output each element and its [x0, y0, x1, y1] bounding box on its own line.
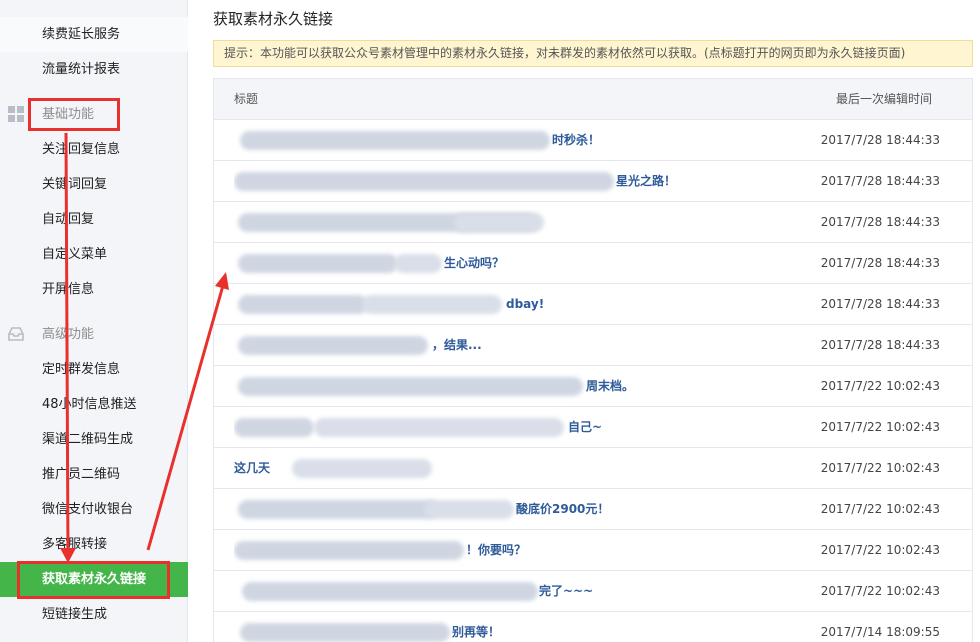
row-time: 2017/7/28 18:44:33 — [820, 297, 940, 311]
row-title-link[interactable]: 自己~ — [234, 407, 794, 447]
table-row: 自己~ 2017/7/22 10:02:43 — [214, 407, 972, 448]
sidebar: 续费延长服务 流量统计报表 基础功能 关注回复信息 关键词回复 自动回复 自定义… — [0, 0, 188, 642]
table-row: 酸底价2900元！ 2017/7/22 10:02:43 — [214, 489, 972, 530]
row-title-link[interactable]: 完了~~~ — [234, 571, 794, 611]
sidebar-item-promoter-qrcode[interactable]: 推广员二维码 — [0, 457, 188, 492]
row-title-link[interactable]: ！你要吗？ — [234, 530, 794, 570]
table-row: 这几天 2017/7/22 10:02:43 — [214, 448, 972, 489]
sidebar-item-wxpay-cashier[interactable]: 微信支付收银台 — [0, 492, 188, 527]
row-title-link[interactable]: 时秒杀！ — [234, 120, 794, 160]
table-row: 别再等！ 2017/7/14 18:09:55 — [214, 612, 972, 642]
sidebar-item-customer-service[interactable]: 多客服转接 — [0, 527, 188, 562]
page-title: 获取素材永久链接 — [213, 10, 334, 28]
row-time: 2017/7/28 18:44:33 — [820, 174, 940, 188]
main-content: 获取素材永久链接 提示：本功能可以获取公众号素材管理中的素材永久链接，对未群发的… — [188, 0, 980, 642]
group-advanced-header: 高级功能 — [0, 317, 188, 352]
sidebar-item-renewal[interactable]: 续费延长服务 — [0, 17, 188, 52]
row-title-link[interactable]: ，结果... — [234, 325, 794, 365]
column-title-header: 标题 — [234, 92, 259, 106]
column-time-header: 最后一次编辑时间 — [835, 92, 932, 106]
group-basic-label: 基础功能 — [42, 107, 95, 122]
table-row: 时秒杀！ 2017/7/28 18:44:33 — [214, 120, 972, 161]
row-title-link[interactable]: dbay! — [234, 284, 794, 324]
table-header: 标题 最后一次编辑时间 — [214, 79, 972, 120]
row-title-link[interactable] — [234, 202, 794, 242]
table-row: 星光之路！ 2017/7/28 18:44:33 — [214, 161, 972, 202]
sidebar-item-follow-reply[interactable]: 关注回复信息 — [0, 132, 188, 167]
sidebar-item-channel-qrcode[interactable]: 渠道二维码生成 — [0, 422, 188, 457]
inbox-icon — [8, 327, 24, 341]
row-time: 2017/7/22 10:02:43 — [820, 584, 940, 598]
row-title-link[interactable]: 星光之路！ — [234, 161, 794, 201]
row-title-link[interactable]: 酸底价2900元！ — [234, 489, 794, 529]
row-time: 2017/7/28 18:44:33 — [820, 338, 940, 352]
row-title-link[interactable]: 生心动吗？ — [234, 243, 794, 283]
table-row: 完了~~~ 2017/7/22 10:02:43 — [214, 571, 972, 612]
table-row: ，结果... 2017/7/28 18:44:33 — [214, 325, 972, 366]
sidebar-item-custom-menu[interactable]: 自定义菜单 — [0, 237, 188, 272]
notice-banner: 提示：本功能可以获取公众号素材管理中的素材永久链接，对未群发的素材依然可以获取。… — [213, 40, 973, 67]
sidebar-item-auto-reply[interactable]: 自动回复 — [0, 202, 188, 237]
table-row: 2017/7/28 18:44:33 — [214, 202, 972, 243]
row-time: 2017/7/22 10:02:43 — [820, 543, 940, 557]
row-time: 2017/7/14 18:09:55 — [820, 625, 940, 639]
materials-table: 标题 最后一次编辑时间 时秒杀！ 2017/7/28 18:44:33 星光之路… — [213, 78, 973, 642]
row-time: 2017/7/22 10:02:43 — [820, 502, 940, 516]
table-row: dbay! 2017/7/28 18:44:33 — [214, 284, 972, 325]
sidebar-item-short-link[interactable]: 短链接生成 — [0, 597, 188, 632]
row-time: 2017/7/22 10:02:43 — [820, 461, 940, 475]
sidebar-item-permanent-link[interactable]: 获取素材永久链接 — [0, 562, 188, 597]
sidebar-item-scheduled-send[interactable]: 定时群发信息 — [0, 352, 188, 387]
row-time: 2017/7/28 18:44:33 — [820, 215, 940, 229]
row-time: 2017/7/28 18:44:33 — [820, 256, 940, 270]
row-title-link[interactable]: 别再等！ — [234, 612, 794, 642]
row-title-link[interactable]: 周末档。 — [234, 366, 794, 406]
row-time: 2017/7/22 10:02:43 — [820, 420, 940, 434]
row-time: 2017/7/22 10:02:43 — [820, 379, 940, 393]
group-basic-header: 基础功能 — [0, 97, 188, 132]
table-row: ！你要吗？ 2017/7/22 10:02:43 — [214, 530, 972, 571]
grid-icon — [8, 106, 24, 122]
row-time: 2017/7/28 18:44:33 — [820, 133, 940, 147]
sidebar-item-48h-push[interactable]: 48小时信息推送 — [0, 387, 188, 422]
sidebar-item-keyword-reply[interactable]: 关键词回复 — [0, 167, 188, 202]
sidebar-item-traffic-report[interactable]: 流量统计报表 — [0, 52, 188, 87]
row-title-link[interactable]: 这几天 — [234, 448, 794, 488]
table-row: 周末档。 2017/7/22 10:02:43 — [214, 366, 972, 407]
group-advanced-label: 高级功能 — [42, 327, 95, 342]
sidebar-item-splash[interactable]: 开屏信息 — [0, 272, 188, 307]
table-row: 生心动吗？ 2017/7/28 18:44:33 — [214, 243, 972, 284]
